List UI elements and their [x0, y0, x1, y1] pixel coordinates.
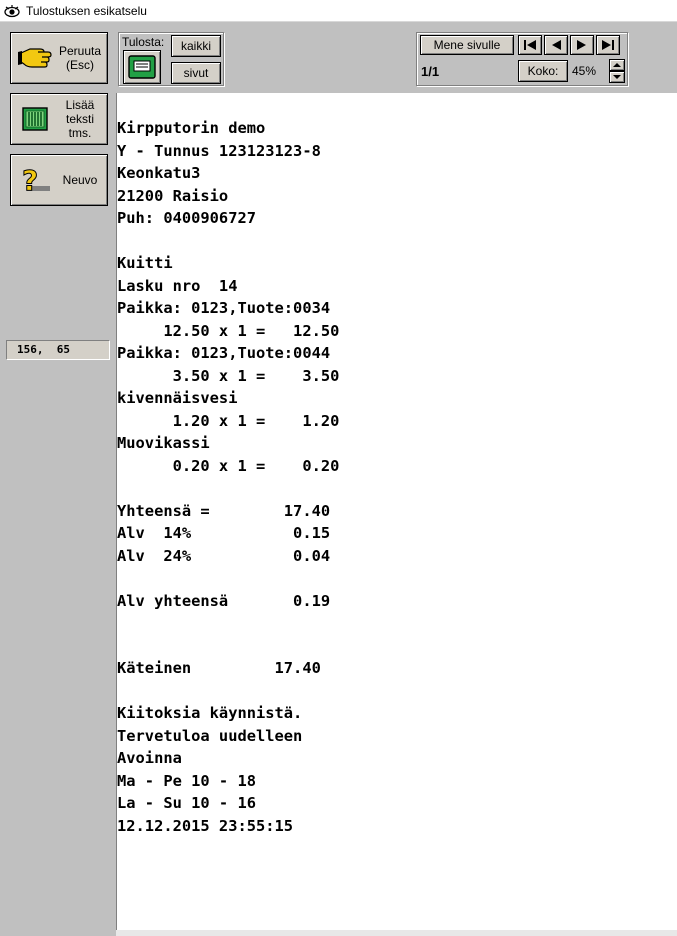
cursor-coordinates: 156, 65: [6, 340, 110, 360]
window-title: Tulostuksen esikatselu: [26, 3, 147, 18]
receipt-line: Kiitoksia käynnistä.: [117, 704, 303, 722]
cancel-button[interactable]: Peruuta (Esc): [10, 32, 108, 84]
last-page-button[interactable]: [596, 35, 620, 55]
arrow-up-icon: [613, 63, 621, 67]
receipt-line: Käteinen 17.40: [117, 659, 321, 677]
arrow-down-icon: [613, 75, 621, 79]
page-indicator: 1/1: [421, 64, 440, 79]
receipt-line: [117, 635, 339, 658]
next-page-button[interactable]: [570, 35, 594, 55]
first-page-button[interactable]: [518, 35, 542, 55]
add-text-button[interactable]: Lisää teksti tms.: [10, 93, 108, 145]
receipt-text: Kirpputorin demo Y - Tunnus 123123123-8 Ke…: [117, 117, 339, 837]
zoom-value: 45%: [572, 64, 597, 78]
receipt-line: Yhteensä = 17.40: [117, 501, 331, 520]
receipt-line: Kuitti: [117, 254, 173, 272]
title-bar: Tulostuksen esikatselu: [0, 0, 677, 22]
receipt-line: kivennäisvesi: [117, 389, 238, 407]
goto-page-button[interactable]: Mene sivulle: [420, 35, 514, 55]
next-page-icon: [577, 40, 586, 50]
print-pages-button[interactable]: sivut: [171, 62, 221, 84]
receipt-line: 12.50 x 1 = 12.50: [117, 321, 340, 340]
receipt-line: Muovikassi: [117, 434, 210, 452]
receipt-line: Alv 24% 0.04: [117, 546, 331, 565]
add-text-label-3: tms.: [68, 126, 92, 140]
cancel-label: Peruuta: [58, 44, 102, 58]
receipt-line: 3.50 x 1 = 3.50: [117, 366, 340, 385]
receipt-line: [117, 567, 339, 590]
printer-icon: [128, 55, 156, 79]
receipt-line: Alv yhteensä 0.19: [117, 591, 331, 610]
print-all-button[interactable]: kaikki: [171, 35, 221, 57]
zoom-out-button[interactable]: [609, 71, 625, 83]
receipt-line: Y - Tunnus 123123123-8: [117, 141, 321, 160]
print-button[interactable]: [123, 50, 161, 84]
previous-page-button[interactable]: [544, 35, 568, 55]
horizontal-scrollbar[interactable]: [116, 930, 677, 936]
toolbar: Tulosta: kaikki sivut Mene sivulle 1/1 K…: [116, 22, 677, 93]
first-page-icon: [524, 40, 536, 50]
receipt-line: Kirpputorin demo: [117, 119, 266, 137]
hand-stop-icon: [17, 40, 53, 76]
sidebar: Peruuta (Esc) Lisää teksti tms. ? Neuvo: [0, 22, 116, 936]
receipt-line: [117, 230, 339, 253]
add-text-label-2: teksti: [65, 112, 94, 126]
print-label: Tulosta:: [122, 35, 165, 49]
receipt-line: Paikka: 0123,Tuote:0034: [117, 299, 331, 317]
zoom-in-button[interactable]: [609, 59, 625, 71]
text-document-icon: [17, 101, 53, 137]
receipt-line: [117, 477, 339, 500]
help-button[interactable]: ? Neuvo: [10, 154, 108, 206]
last-page-icon: [602, 40, 614, 50]
zoom-button[interactable]: Koko:: [518, 60, 568, 82]
receipt-line: La - Su 10 - 16: [117, 794, 256, 812]
cancel-shortcut: (Esc): [66, 58, 94, 72]
receipt-line: [117, 680, 339, 703]
receipt-line: 1.20 x 1 = 1.20: [117, 411, 340, 430]
navigation-group: Mene sivulle 1/1 Koko: 45%: [416, 32, 628, 86]
receipt-line: Keonkatu3: [117, 164, 201, 182]
help-label: Neuvo: [62, 173, 98, 187]
receipt-line: Lasku nro 14: [117, 276, 238, 295]
add-text-label-1: Lisää: [65, 98, 95, 112]
receipt-line: Puh: 0400906727: [117, 209, 256, 227]
receipt-line: Avoinna: [117, 749, 182, 767]
receipt-line: [117, 612, 339, 635]
print-group: Tulosta: kaikki sivut: [118, 32, 224, 86]
svg-text:?: ?: [22, 164, 38, 196]
eye-icon: [4, 4, 20, 17]
print-preview-area[interactable]: Kirpputorin demo Y - Tunnus 123123123-8 Ke…: [116, 93, 677, 936]
receipt-line: 12.12.2015 23:55:15: [117, 816, 294, 835]
question-mark-icon: ?: [17, 162, 53, 198]
receipt-line: 0.20 x 1 = 0.20: [117, 456, 340, 475]
previous-page-icon: [552, 40, 561, 50]
receipt-line: Ma - Pe 10 - 18: [117, 771, 256, 790]
receipt-line: Tervetuloa uudelleen: [117, 726, 303, 745]
receipt-line: Alv 14% 0.15: [117, 524, 331, 542]
receipt-line: 21200 Raisio: [117, 186, 229, 205]
receipt-line: Paikka: 0123,Tuote:0044: [117, 344, 331, 362]
